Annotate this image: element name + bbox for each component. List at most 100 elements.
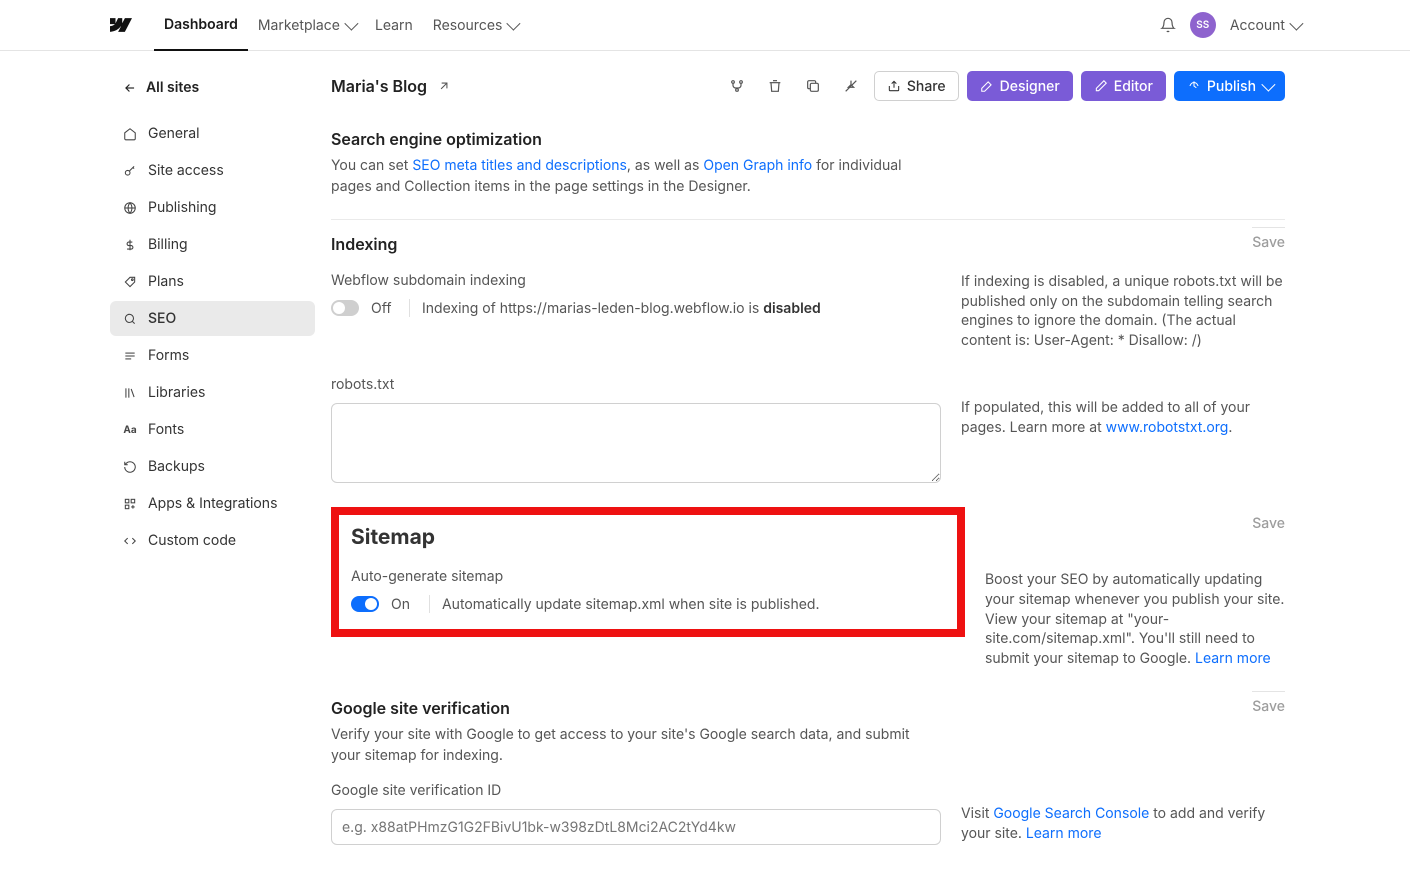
home-icon — [122, 126, 138, 142]
indexing-toggle[interactable] — [331, 300, 359, 316]
key-icon — [122, 163, 138, 179]
apps-icon — [122, 496, 138, 512]
seo-meta-link[interactable]: SEO meta titles and descriptions — [412, 157, 627, 174]
top-nav-resources-label: Resources — [433, 17, 503, 34]
globe-icon — [122, 200, 138, 216]
top-nav-dashboard-label: Dashboard — [164, 16, 238, 33]
sidebar-item-label: General — [148, 125, 200, 142]
tag-icon — [122, 274, 138, 290]
top-nav-marketplace-label: Marketplace — [258, 17, 340, 34]
sidebar-item-publishing[interactable]: Publishing — [110, 190, 315, 225]
chevron-down-icon — [507, 17, 521, 31]
duplicate-icon[interactable] — [798, 71, 828, 101]
top-nav: Dashboard Marketplace Learn Resources — [154, 0, 527, 51]
sidebar-item-site-access[interactable]: Site access — [110, 153, 315, 188]
sidebar-item-general[interactable]: General — [110, 116, 315, 151]
robots-help: If populated, this will be added to all … — [961, 399, 1250, 436]
back-label: All sites — [146, 79, 199, 96]
share-button[interactable]: Share — [874, 71, 959, 101]
sitemap-field-label: Auto-generate sitemap — [351, 568, 945, 585]
robots-org-link[interactable]: www.robotstxt.org — [1106, 419, 1229, 436]
top-nav-learn-label: Learn — [375, 17, 413, 34]
external-link-icon[interactable] — [437, 79, 451, 93]
sitemap-heading: Sitemap — [351, 525, 945, 550]
unpin-icon[interactable] — [836, 71, 866, 101]
gsv-heading: Google site verification — [331, 698, 510, 718]
sitemap-toggle[interactable] — [351, 596, 379, 612]
sidebar-item-label: Libraries — [148, 384, 205, 401]
sidebar-item-label: Apps & Integrations — [148, 495, 277, 512]
editor-button[interactable]: Editor — [1081, 71, 1166, 101]
sidebar-item-label: SEO — [148, 310, 176, 327]
back-to-all-sites[interactable]: All sites — [110, 69, 315, 106]
chevron-down-icon — [1289, 17, 1303, 31]
chevron-down-icon — [1261, 78, 1275, 92]
indexing-toggle-state: Off — [371, 300, 397, 317]
gsv-sub: Verify your site with Google to get acce… — [331, 724, 931, 766]
code-icon — [122, 533, 138, 549]
undo-icon — [122, 459, 138, 475]
sidebar-item-apps[interactable]: Apps & Integrations — [110, 486, 315, 521]
gsv-help: Visit Google Search Console to add and v… — [961, 805, 1265, 842]
chevron-down-icon — [344, 17, 358, 31]
library-icon — [122, 385, 138, 401]
sidebar-item-label: Backups — [148, 458, 205, 475]
sidebar-item-label: Forms — [148, 347, 189, 364]
search-icon — [122, 311, 138, 327]
gsv-learn-more-link[interactable]: Learn more — [1026, 825, 1102, 842]
account-label: Account — [1230, 17, 1285, 34]
subdomain-indexing-label: Webflow subdomain indexing — [331, 272, 941, 289]
editor-label: Editor — [1114, 78, 1153, 95]
sidebar-item-label: Custom code — [148, 532, 236, 549]
indexing-save: Save — [1252, 227, 1285, 251]
open-graph-link[interactable]: Open Graph info — [703, 157, 812, 174]
designer-label: Designer — [1000, 78, 1060, 95]
indexing-heading: Indexing — [331, 234, 397, 254]
share-label: Share — [907, 78, 946, 95]
sitemap-highlight: Sitemap Auto-generate sitemap On Automat… — [331, 507, 965, 637]
indexing-help: If indexing is disabled, a unique robots… — [961, 272, 1285, 350]
gsv-save: Save — [1252, 691, 1285, 715]
sidebar-item-forms[interactable]: Forms — [110, 338, 315, 373]
designer-button[interactable]: Designer — [967, 71, 1073, 101]
site-title: Maria's Blog — [331, 76, 427, 96]
top-nav-learn[interactable]: Learn — [365, 0, 423, 51]
publish-label: Publish — [1207, 78, 1256, 95]
sidebar-item-billing[interactable]: Billing — [110, 227, 315, 262]
publish-button[interactable]: Publish — [1174, 71, 1285, 101]
sidebar-item-libraries[interactable]: Libraries — [110, 375, 315, 410]
top-nav-resources[interactable]: Resources — [423, 0, 528, 51]
sitemap-save: Save — [1252, 509, 1285, 532]
top-nav-dashboard[interactable]: Dashboard — [154, 0, 248, 51]
avatar[interactable]: SS — [1190, 12, 1216, 38]
sidebar-item-label: Fonts — [148, 421, 184, 438]
sidebar-item-fonts[interactable]: Aa Fonts — [110, 412, 315, 447]
sitemap-help: Boost your SEO by automatically updating… — [985, 571, 1284, 666]
forms-icon — [122, 348, 138, 364]
gsv-input[interactable] — [331, 809, 941, 845]
sidebar-item-seo[interactable]: SEO — [110, 301, 315, 336]
seo-intro-text: You can set SEO meta titles and descript… — [331, 155, 931, 197]
sitemap-toggle-desc: Automatically update sitemap.xml when si… — [442, 596, 820, 613]
top-nav-marketplace[interactable]: Marketplace — [248, 0, 365, 51]
google-search-console-link[interactable]: Google Search Console — [993, 805, 1149, 822]
dollar-icon — [122, 237, 138, 253]
robots-textarea[interactable] — [331, 403, 941, 483]
robots-label: robots.txt — [331, 376, 941, 393]
sidebar-item-label: Site access — [148, 162, 224, 179]
sidebar: All sites General Site access Publishing… — [0, 51, 315, 885]
sidebar-item-backups[interactable]: Backups — [110, 449, 315, 484]
sitemap-learn-more-link[interactable]: Learn more — [1195, 650, 1271, 667]
bell-icon[interactable] — [1160, 17, 1176, 33]
account-menu[interactable]: Account — [1230, 17, 1300, 34]
indexing-toggle-desc: Indexing of https://marias-leden-blog.we… — [422, 300, 821, 317]
sidebar-item-label: Billing — [148, 236, 188, 253]
trash-icon[interactable] — [760, 71, 790, 101]
webflow-logo-icon[interactable] — [110, 18, 132, 32]
sidebar-item-plans[interactable]: Plans — [110, 264, 315, 299]
branch-icon[interactable] — [722, 71, 752, 101]
sidebar-item-label: Publishing — [148, 199, 217, 216]
fonts-icon: Aa — [122, 422, 138, 438]
sidebar-item-custom-code[interactable]: Custom code — [110, 523, 315, 558]
seo-heading: Search engine optimization — [331, 129, 1285, 149]
